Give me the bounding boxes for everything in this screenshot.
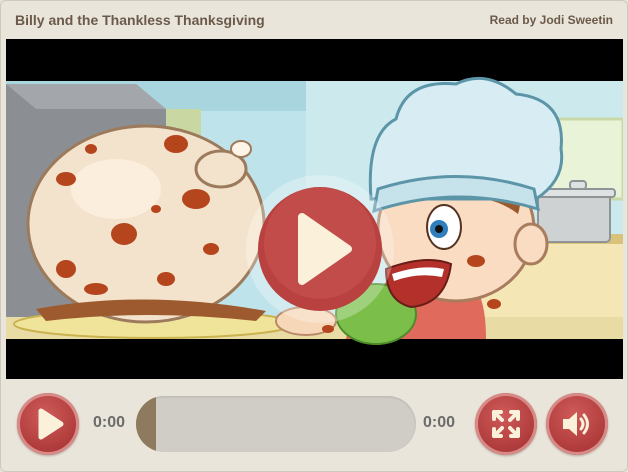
control-bar: 0:00 0:00 (1, 381, 627, 471)
narrator-credit: Read by Jodi Sweetin (489, 13, 613, 27)
video-frame[interactable] (6, 39, 623, 379)
play-button[interactable] (17, 393, 79, 455)
current-time: 0:00 (93, 414, 126, 431)
fullscreen-icon (492, 410, 520, 438)
play-icon (246, 175, 394, 323)
progress-bar[interactable] (136, 396, 416, 452)
video-player: Billy and the Thankless Thanksgiving Rea… (0, 0, 628, 472)
player-header: Billy and the Thankless Thanksgiving Rea… (1, 1, 627, 39)
volume-button[interactable] (546, 393, 608, 455)
play-icon (38, 408, 64, 440)
volume-icon (563, 412, 589, 436)
play-overlay-button[interactable] (244, 173, 396, 325)
progress-fill (136, 396, 156, 452)
story-title: Billy and the Thankless Thanksgiving (15, 12, 265, 28)
duration-time: 0:00 (423, 414, 456, 431)
fullscreen-button[interactable] (475, 393, 537, 455)
